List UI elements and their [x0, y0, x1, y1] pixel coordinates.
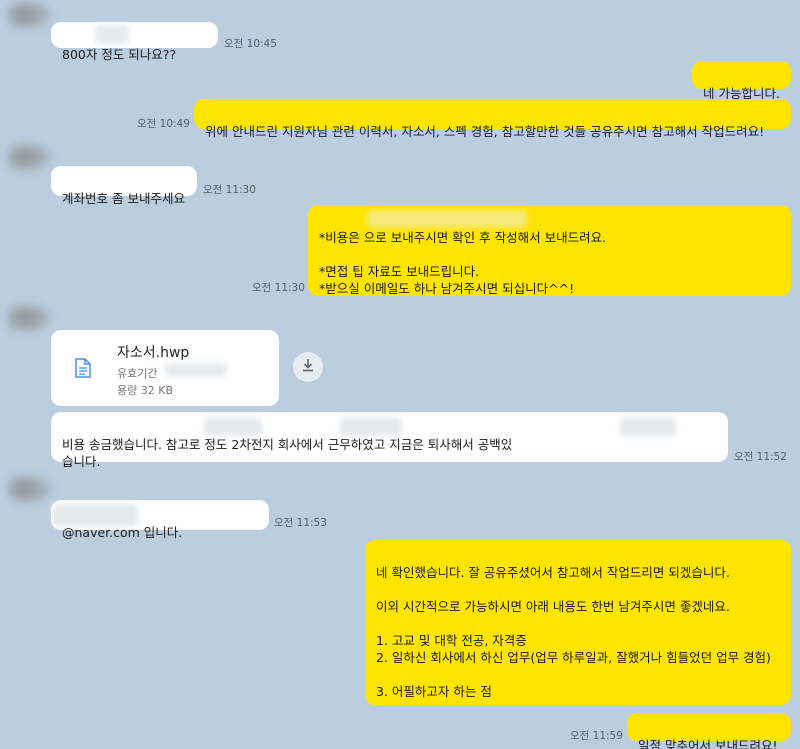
message-time: 오전 11:30	[203, 184, 256, 196]
message-time: 오전 11:30	[252, 282, 305, 294]
document-icon	[75, 358, 91, 378]
download-button[interactable]	[293, 352, 323, 382]
redaction	[340, 418, 402, 436]
file-name: 자소서.hwp	[117, 345, 190, 361]
redaction	[620, 418, 676, 436]
redaction	[95, 26, 129, 44]
redaction	[165, 363, 227, 377]
avatar[interactable]	[8, 0, 52, 30]
message-text: 네 확인했습니다. 잘 공유주셨어서 참고해서 작업드리면 되겠습니다. 이외 …	[376, 565, 771, 699]
avatar[interactable]	[8, 142, 52, 172]
message-text: 비용 송금했습니다. 참고로 정도 2차전지 회사에서 근무하였고 지금은 퇴사…	[62, 437, 513, 469]
message-time: 오전 11:52	[734, 451, 787, 463]
file-size: 용량 32 KB	[117, 384, 173, 397]
message-text: 일정 맞추어서 보내드려요!	[638, 738, 778, 749]
file-expiry-label: 유효기간	[117, 367, 158, 380]
message-time: 오전 10:49	[137, 118, 190, 130]
file-attachment[interactable]: 자소서.hwp 유효기간 용량 32 KB	[51, 330, 279, 406]
message-bubble[interactable]: 네 가능합니다.	[692, 61, 791, 101]
message-text: 위에 안내드린 지원자님 관련 이력서, 자소서, 스펙 경험, 참고할만한 것…	[205, 124, 765, 139]
message-time: 오전 11:59	[570, 730, 623, 742]
download-icon	[301, 358, 315, 376]
message-text: *비용은 으로 보내주시면 확인 후 작성해서 보내드려요. *면접 팁 자료도…	[319, 230, 607, 296]
message-bubble[interactable]: 위에 안내드린 지원자님 관련 이력서, 자소서, 스펙 경험, 참고할만한 것…	[194, 99, 791, 139]
message-bubble[interactable]: 계좌번호 좀 보내주세요	[51, 166, 197, 206]
message-time: 오전 11:53	[274, 517, 327, 529]
message-bubble[interactable]: 네 확인했습니다. 잘 공유주셨어서 참고해서 작업드리면 되겠습니다. 이외 …	[365, 540, 791, 705]
redaction	[52, 504, 138, 526]
avatar[interactable]	[8, 474, 52, 504]
redaction	[367, 210, 527, 228]
redaction	[204, 418, 262, 436]
message-bubble[interactable]: 일정 맞추어서 보내드려요!	[627, 713, 791, 749]
message-time: 오전 10:45	[224, 38, 277, 50]
message-text: 계좌번호 좀 보내주세요	[62, 191, 185, 206]
avatar[interactable]	[8, 303, 52, 333]
message-text: 800자 정도 되나요??	[62, 47, 177, 62]
message-text: @naver.com 입니다.	[62, 525, 183, 540]
message-bubble[interactable]: 800자 정도 되나요??	[51, 22, 218, 62]
